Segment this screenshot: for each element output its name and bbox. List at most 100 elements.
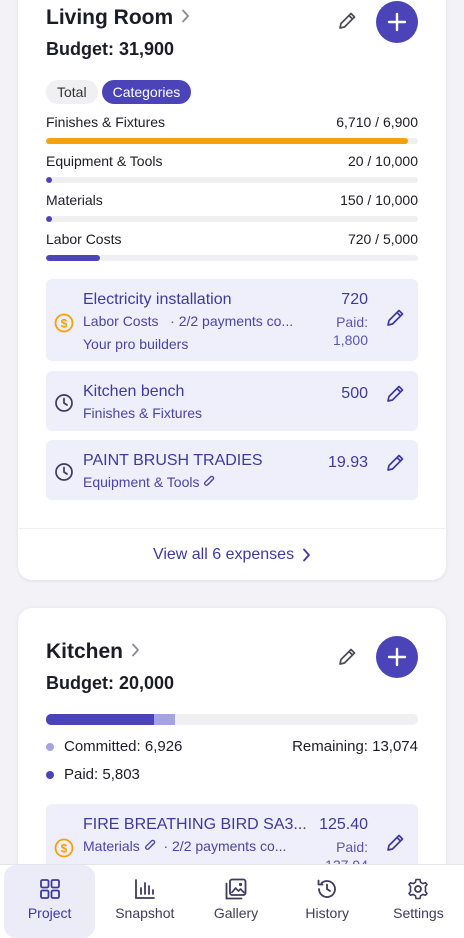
add-expense-button[interactable]	[376, 1, 418, 43]
bar-chart-icon	[134, 879, 155, 899]
chevron-right-icon	[181, 9, 190, 28]
category-row: Materials 150 / 10,000	[46, 192, 418, 222]
paid-value: Paid: 5,803	[64, 766, 140, 783]
expense-category: Finishes & Fixtures	[83, 405, 203, 421]
room-budget: Budget: 31,900	[46, 39, 175, 59]
room-title: Living Room	[46, 6, 174, 29]
budget-progress-bar	[46, 714, 418, 725]
category-label: Finishes & Fixtures	[46, 114, 166, 130]
clock-icon	[54, 462, 74, 482]
pencil-icon	[387, 454, 404, 471]
category-progress-fill	[46, 255, 100, 261]
svg-text:$: $	[61, 842, 68, 856]
view-all-expenses-link[interactable]: View all 6 expenses	[18, 528, 446, 580]
category-label: Equipment & Tools	[46, 153, 163, 169]
expense-title: PAINT BRUSH TRADIES	[83, 452, 263, 469]
gear-icon	[408, 878, 429, 900]
tab-total[interactable]: Total	[46, 80, 98, 104]
expense-item[interactable]: $ Electricity installation Labor Costs ·…	[46, 279, 418, 361]
paperclip-icon	[204, 475, 215, 486]
category-row: Equipment & Tools 20 / 10,000	[46, 153, 418, 183]
category-value: 20 / 10,000	[347, 153, 418, 169]
category-value: 720 / 5,000	[347, 231, 418, 247]
tab-label: History	[305, 905, 349, 921]
category-progress-bar	[46, 138, 418, 144]
category-progress-fill	[46, 138, 408, 144]
chevron-right-icon	[303, 548, 310, 561]
gallery-icon	[225, 878, 247, 900]
tab-settings[interactable]: Settings	[373, 865, 464, 938]
paid-dot	[46, 770, 54, 779]
expense-title: Kitchen bench	[83, 383, 185, 400]
expense-amount: 720	[341, 291, 368, 308]
view-all-label: View all 6 expenses	[152, 545, 295, 563]
tab-project[interactable]: Project	[4, 865, 96, 938]
expense-vendor: Your pro builders	[83, 336, 189, 352]
expense-amount: 500	[341, 385, 368, 402]
pencil-icon	[339, 12, 356, 29]
expense-category: Labor Costs · 2/2 payments co...	[83, 313, 294, 329]
tab-label: Snapshot	[115, 905, 175, 921]
category-label: Materials	[46, 192, 103, 208]
chevron-right-icon	[131, 643, 140, 662]
remaining-value: Remaining: 13,074	[292, 738, 418, 755]
bottom-tab-bar: Project Snapshot Gallery History Setting…	[0, 864, 464, 938]
coin-icon: $	[54, 313, 74, 333]
room-title-link[interactable]: Kitchen	[46, 640, 140, 664]
category-progress-bar	[46, 177, 418, 183]
expense-amount: 125.40	[319, 816, 368, 833]
expense-item[interactable]: Kitchen bench Finishes & Fixtures 500	[46, 371, 418, 431]
category-progress-bar	[46, 216, 418, 222]
paid-legend: Paid: 5,803	[46, 766, 140, 783]
category-value: 150 / 10,000	[340, 192, 418, 208]
category-row: Finishes & Fixtures 6,710 / 6,900	[46, 114, 418, 144]
expense-title: FIRE BREATHING BIRD SA3...	[83, 816, 307, 833]
room-title: Kitchen	[46, 640, 124, 663]
tab-gallery[interactable]: Gallery	[190, 865, 281, 938]
svg-text:$: $	[61, 317, 68, 331]
expense-payments: · 2/2 payments co...	[163, 838, 287, 854]
expense-category: Materials · 2/2 payments co...	[83, 838, 287, 854]
edit-expense-button[interactable]	[384, 307, 406, 329]
category-progress-fill	[46, 216, 52, 222]
tab-label: Settings	[393, 905, 444, 921]
edit-expense-button[interactable]	[384, 452, 406, 474]
pencil-icon	[339, 648, 356, 665]
room-title-link[interactable]: Living Room	[46, 6, 190, 30]
edit-expense-button[interactable]	[384, 383, 406, 405]
plus-icon	[387, 647, 407, 667]
history-icon	[317, 879, 337, 898]
coin-icon: $	[54, 838, 74, 858]
category-label: Labor Costs	[46, 231, 122, 247]
expense-paid: Paid: 1,800	[332, 314, 368, 348]
expense-item[interactable]: PAINT BRUSH TRADIES Equipment & Tools 19…	[46, 440, 418, 500]
grid-icon	[39, 879, 60, 899]
tab-snapshot[interactable]: Snapshot	[99, 865, 190, 938]
category-progress-bar	[46, 255, 418, 261]
pencil-icon	[387, 309, 404, 326]
paid-fill	[46, 714, 154, 725]
tab-categories[interactable]: Categories	[101, 80, 192, 104]
expense-category: Equipment & Tools	[83, 474, 215, 490]
room-budget: Budget: 20,000	[46, 673, 175, 693]
edit-room-button[interactable]	[334, 8, 360, 34]
view-toggle: Total Categories	[46, 80, 192, 104]
tab-label: Gallery	[213, 905, 259, 921]
pencil-icon	[387, 834, 404, 851]
tab-label: Project	[27, 905, 72, 921]
pencil-icon	[387, 385, 404, 402]
committed-dot	[46, 742, 54, 751]
edit-room-button[interactable]	[334, 644, 360, 670]
committed-value: Committed: 6,926	[64, 738, 183, 755]
expense-title: Electricity installation	[83, 291, 232, 308]
paperclip-icon	[144, 839, 155, 850]
category-row: Labor Costs 720 / 5,000	[46, 231, 418, 261]
edit-expense-button[interactable]	[384, 832, 406, 854]
expense-amount: 19.93	[327, 454, 368, 471]
tab-history[interactable]: History	[282, 865, 373, 938]
category-progress-fill	[46, 177, 52, 183]
plus-icon	[387, 12, 407, 32]
expense-payments: · 2/2 payments co...	[170, 313, 294, 329]
add-expense-button[interactable]	[376, 636, 418, 678]
committed-legend: Committed: 6,926	[46, 738, 182, 755]
